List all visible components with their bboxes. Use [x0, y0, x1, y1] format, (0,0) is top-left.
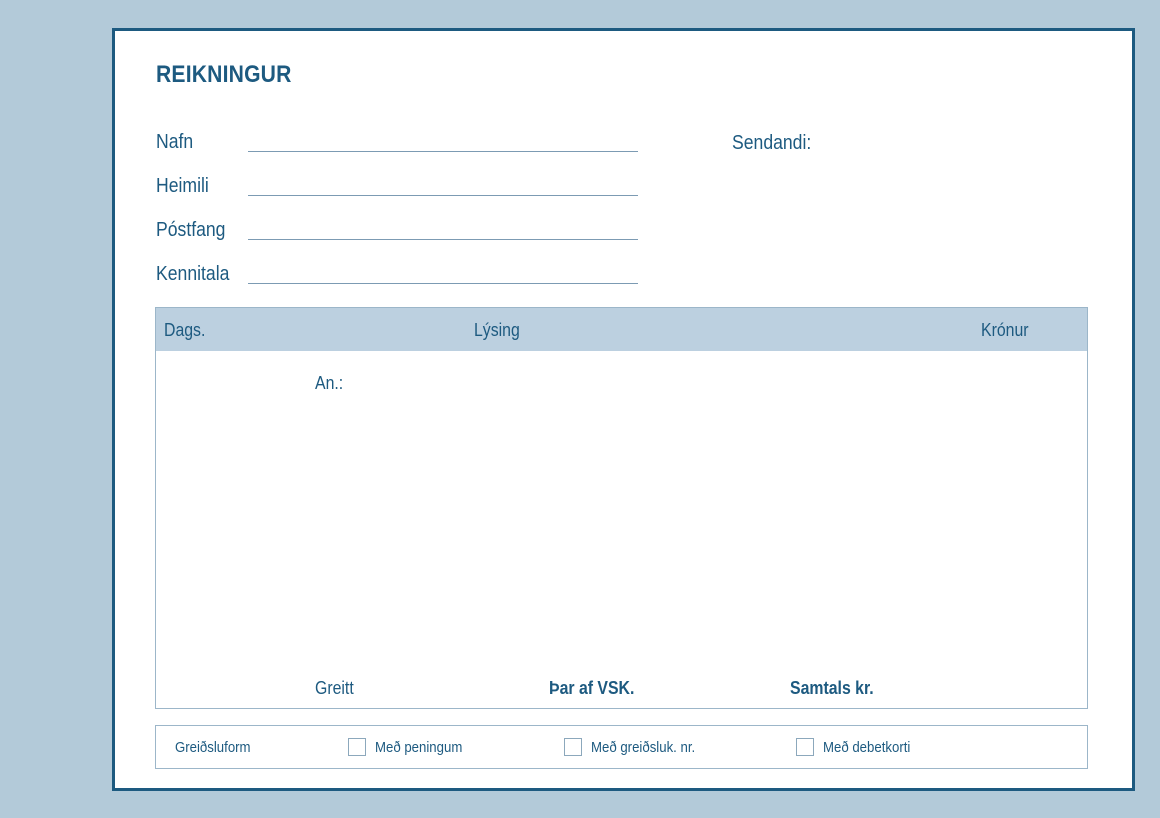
sender-label: Sendandi: — [732, 132, 812, 154]
line-items-table: Dags. Lýsing Krónur An.: Greitt Þar af V… — [155, 307, 1088, 709]
card-number-option-label: Með greiðsluk. nr. — [591, 739, 696, 756]
invoice-title: REIKNINGUR — [156, 61, 292, 88]
address-field[interactable] — [248, 195, 638, 196]
payment-method-box: Greiðsluform Með peningum Með greiðsluk.… — [155, 725, 1088, 769]
card-number-checkbox[interactable] — [564, 738, 582, 756]
date-column-header: Dags. — [164, 320, 206, 340]
paid-label: Greitt — [315, 678, 354, 698]
address-label: Heimili — [156, 175, 209, 197]
cash-option-label: Með peningum — [375, 739, 463, 756]
id-number-label: Kennitala — [156, 263, 230, 285]
description-column-header: Lýsing — [474, 320, 520, 340]
debit-card-checkbox[interactable] — [796, 738, 814, 756]
vat-label: Þar af VSK. — [549, 678, 635, 698]
attention-label: An.: — [315, 373, 344, 393]
amount-column-header: Krónur — [981, 320, 1029, 340]
postcode-label: Póstfang — [156, 219, 226, 241]
table-header: Dags. Lýsing Krónur — [156, 308, 1087, 351]
id-number-field[interactable] — [248, 283, 638, 284]
name-field[interactable] — [248, 151, 638, 152]
debit-card-option-label: Með debetkorti — [823, 739, 911, 756]
total-label: Samtals kr. — [790, 678, 874, 698]
postcode-field[interactable] — [248, 239, 638, 240]
payment-method-label: Greiðsluform — [175, 739, 251, 756]
cash-checkbox[interactable] — [348, 738, 366, 756]
invoice-sheet: REIKNINGUR Nafn Heimili Póstfang Kennita… — [112, 28, 1135, 791]
name-label: Nafn — [156, 131, 194, 153]
